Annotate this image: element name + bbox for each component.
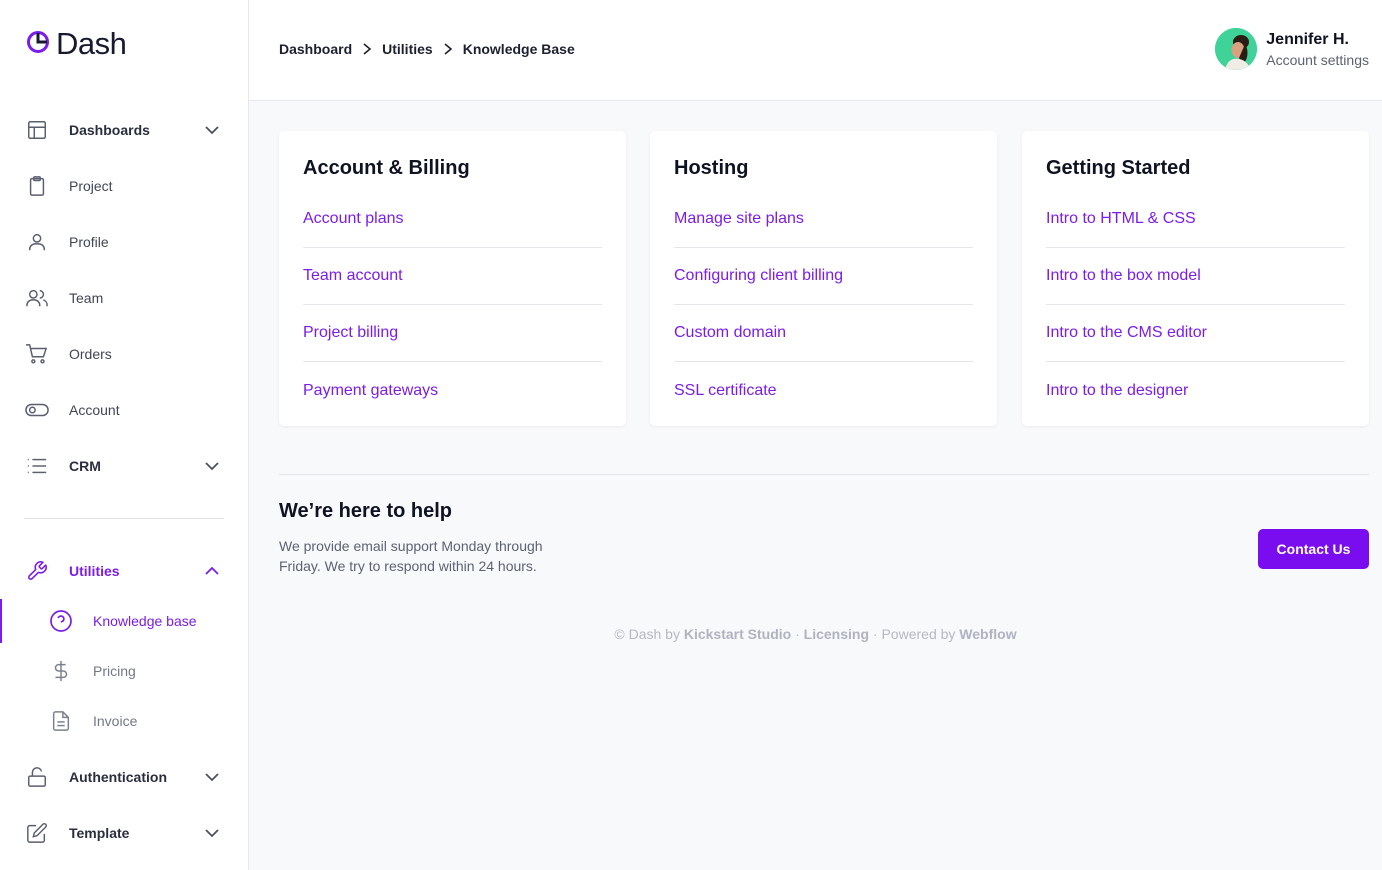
card-account-billing: Account & Billing Account plans Team acc… [279, 131, 626, 426]
dash-logo-icon [26, 30, 50, 59]
sidebar: Dash Dashboards Project Profile Team Ord [0, 0, 249, 870]
sidebar-item-project[interactable]: Project [24, 170, 224, 202]
article-link[interactable]: Project billing [303, 305, 602, 362]
help-circle-icon [48, 608, 74, 634]
sidebar-subitem-label: Invoice [93, 713, 138, 729]
footer-studio-link[interactable]: Kickstart Studio [684, 626, 791, 642]
users-icon [24, 285, 50, 311]
card-hosting: Hosting Manage site plans Configuring cl… [650, 131, 997, 426]
chevron-down-icon [204, 825, 220, 841]
app-name: Dash [56, 26, 127, 61]
article-link[interactable]: Intro to the CMS editor [1046, 305, 1345, 362]
footer-separator: · [791, 626, 804, 642]
chevron-right-icon [362, 43, 372, 55]
sidebar-item-orders[interactable]: Orders [24, 338, 224, 370]
sidebar-subitem-label: Knowledge base [93, 613, 197, 629]
sidebar-item-profile[interactable]: Profile [24, 226, 224, 258]
breadcrumb-item-utilities[interactable]: Utilities [382, 41, 433, 57]
article-link[interactable]: SSL certificate [674, 362, 973, 419]
sidebar-subitem-knowledge-base[interactable]: Knowledge base [48, 606, 238, 636]
avatar [1215, 28, 1258, 70]
breadcrumb-item-dashboard[interactable]: Dashboard [279, 41, 352, 57]
user-menu[interactable]: Jennifer H. Account settings [1215, 28, 1369, 70]
sidebar-item-template[interactable]: Template [24, 817, 224, 849]
chevron-right-icon [443, 43, 453, 55]
section-divider [279, 474, 1369, 475]
dollar-icon [48, 658, 74, 684]
chevron-down-icon [204, 122, 220, 138]
file-text-icon [48, 708, 74, 734]
sidebar-item-label: Profile [69, 234, 109, 250]
article-link[interactable]: Team account [303, 248, 602, 305]
sidebar-item-label: Orders [69, 346, 112, 362]
sidebar-item-label: CRM [69, 458, 101, 474]
sidebar-item-label: Account [69, 402, 120, 418]
footer: © Dash by Kickstart Studio · Licensing ·… [249, 626, 1382, 642]
sidebar-item-dashboards[interactable]: Dashboards [24, 114, 224, 146]
card-title: Hosting [674, 157, 749, 179]
wrench-icon [24, 558, 50, 584]
sidebar-item-label: Project [69, 178, 113, 194]
sidebar-subitem-pricing[interactable]: Pricing [48, 656, 238, 686]
sidebar-item-label: Utilities [69, 563, 120, 579]
footer-licensing-link[interactable]: Licensing [804, 626, 869, 642]
help-title: We’re here to help [279, 500, 453, 522]
sidebar-item-label: Team [69, 290, 104, 306]
active-indicator [0, 599, 2, 643]
chevron-down-icon [204, 458, 220, 474]
footer-platform-link[interactable]: Webflow [959, 626, 1016, 642]
card-getting-started: Getting Started Intro to HTML & CSS Intr… [1022, 131, 1369, 426]
article-link[interactable]: Configuring client billing [674, 248, 973, 305]
clipboard-icon [24, 173, 50, 199]
sidebar-item-crm[interactable]: CRM [24, 450, 224, 482]
article-link[interactable]: Intro to the box model [1046, 248, 1345, 305]
article-link[interactable]: Intro to HTML & CSS [1046, 191, 1345, 248]
card-title: Getting Started [1046, 157, 1191, 179]
sidebar-divider [24, 518, 224, 519]
edit-icon [24, 820, 50, 846]
sidebar-subitem-label: Pricing [93, 663, 136, 679]
chevron-up-icon [204, 563, 220, 579]
breadcrumb-item-current: Knowledge Base [462, 41, 575, 57]
article-link[interactable]: Payment gateways [303, 362, 602, 419]
breadcrumb: Dashboard Utilities Knowledge Base [279, 41, 575, 57]
logo[interactable]: Dash [26, 26, 127, 62]
card-title: Account & Billing [303, 157, 470, 179]
sidebar-item-label: Authentication [69, 769, 167, 785]
top-bar: Dashboard Utilities Knowledge Base Jenni… [249, 0, 1382, 101]
account-settings-link[interactable]: Account settings [1266, 52, 1369, 68]
unlock-icon [24, 764, 50, 790]
sidebar-item-label: Template [69, 825, 130, 841]
list-icon [24, 453, 50, 479]
user-name: Jennifer H. [1266, 30, 1349, 48]
cart-icon [24, 341, 50, 367]
layout-icon [24, 117, 50, 143]
article-link[interactable]: Manage site plans [674, 191, 973, 248]
sidebar-item-team[interactable]: Team [24, 282, 224, 314]
sidebar-item-account[interactable]: Account [24, 394, 224, 426]
sidebar-subitem-invoice[interactable]: Invoice [48, 706, 238, 736]
article-link[interactable]: Intro to the designer [1046, 362, 1345, 419]
footer-copyright: © Dash by [614, 626, 680, 642]
sidebar-item-authentication[interactable]: Authentication [24, 761, 224, 793]
article-link[interactable]: Custom domain [674, 305, 973, 362]
help-text: We provide email support Monday through … [279, 538, 543, 574]
article-link[interactable]: Account plans [303, 191, 602, 248]
sidebar-item-utilities[interactable]: Utilities [24, 555, 224, 587]
footer-powered-by: · Powered by [869, 626, 960, 642]
chevron-down-icon [204, 769, 220, 785]
toggle-icon [24, 397, 50, 423]
contact-us-button[interactable]: Contact Us [1258, 529, 1369, 569]
user-icon [24, 229, 50, 255]
sidebar-item-label: Dashboards [69, 122, 150, 138]
